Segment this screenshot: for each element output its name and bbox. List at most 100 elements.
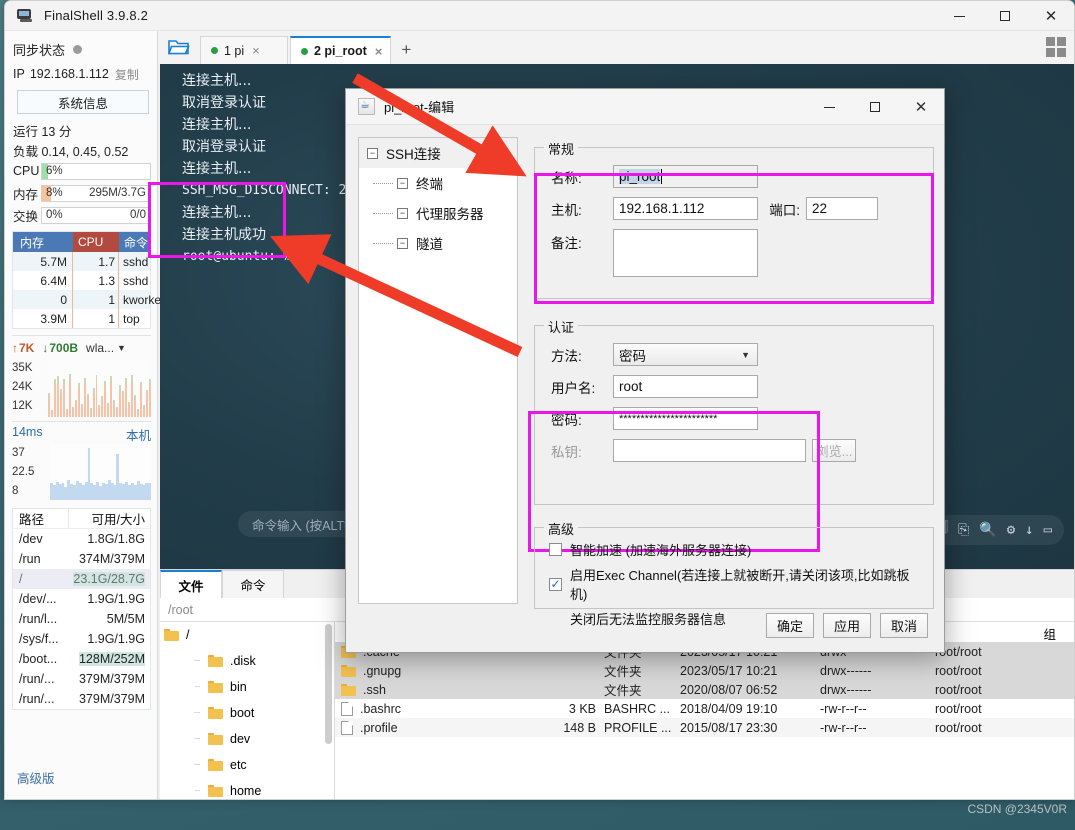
exec-channel-checkbox[interactable]: ✓ (549, 577, 562, 591)
tree-item[interactable]: ┈ etc (160, 752, 334, 778)
tree-toggle-icon[interactable]: − (397, 237, 408, 249)
maximize-button[interactable] (982, 1, 1028, 31)
chevron-down-icon[interactable]: ▼ (117, 343, 126, 353)
cancel-button[interactable]: 取消 (880, 613, 928, 638)
advanced-version-link[interactable]: 高级版 (17, 768, 55, 787)
col-header-cpu[interactable]: CPU (73, 232, 119, 252)
latency-host-label[interactable]: 本机 (126, 425, 151, 444)
process-row[interactable]: 6.4M 1.3 sshd (13, 271, 150, 290)
password-input[interactable]: *********************** (613, 407, 758, 430)
host-input[interactable]: 192.168.1.112 (613, 197, 758, 220)
tree-item[interactable]: ┈ home (160, 778, 334, 799)
ok-button[interactable]: 确定 (766, 613, 814, 638)
latency-graph-axis: 37 22.5 8 (12, 444, 48, 501)
disk-row[interactable]: /run/... 379M/379M (13, 669, 150, 689)
meter-percent: 6% (46, 165, 63, 177)
disk-row[interactable]: /run 374M/379M (13, 549, 150, 569)
tree-indent-icon: ┈ (193, 733, 201, 745)
net-bar (122, 391, 125, 417)
disk-row[interactable]: /sys/f... 1.9G/1.9G (13, 629, 150, 649)
tab-active-1[interactable]: 2 pi_root × (290, 36, 392, 64)
copy-ip-link[interactable]: 复制 (115, 66, 139, 83)
file-owner: root/root (935, 663, 982, 678)
tree-item[interactable]: ┈ boot (160, 700, 334, 726)
name-input[interactable]: pi_root (613, 165, 758, 188)
meter-detail: 0/0 (130, 209, 146, 221)
smart-accel-checkbox[interactable] (549, 543, 562, 556)
dialog-titlebar: pi_root-编辑 ✕ (346, 89, 944, 125)
file-row[interactable]: .gnupg 文件夹 2023/05/17 10:21 drwx------ root/… (335, 661, 1074, 680)
chevron-down-icon: ▼ (741, 349, 750, 360)
tree-item[interactable]: ┈ .disk (160, 648, 334, 674)
file-row[interactable]: .profile 148 B PROFILE ... 2015/08/17 23:30… (335, 718, 1074, 737)
column-header-group[interactable]: 组 (1043, 624, 1056, 643)
download-icon[interactable]: ↓ (1025, 522, 1033, 538)
minimize-button[interactable] (936, 1, 982, 31)
auth-method-select[interactable]: 密码 ▼ (613, 343, 758, 366)
dialog-maximize-button[interactable] (852, 89, 898, 125)
apply-button[interactable]: 应用 (823, 613, 871, 638)
search-icon[interactable]: 🔍 (979, 522, 996, 538)
tree-scrollbar[interactable] (325, 624, 332, 744)
net-bar (62, 379, 65, 417)
new-tab-button[interactable]: + (393, 36, 419, 64)
close-icon[interactable]: × (252, 43, 260, 58)
port-input[interactable]: 22 (806, 197, 878, 220)
file-row[interactable]: .ssh 文件夹 2020/08/07 06:52 drwx------ root/ro… (335, 680, 1074, 699)
tree-item[interactable]: ┈ dev (160, 726, 334, 752)
dialog-close-button[interactable]: ✕ (898, 89, 944, 125)
process-row[interactable]: 0 1 kworker (13, 290, 165, 309)
file-panel-tab[interactable]: 文件 (160, 570, 222, 598)
window-icon[interactable]: ▭ (1044, 522, 1052, 538)
privatekey-input[interactable] (613, 439, 806, 462)
disk-row[interactable]: / 23.1G/28.7G (13, 569, 150, 589)
tree-toggle-icon[interactable]: − (397, 207, 408, 219)
tree-item[interactable]: ┈ bin (160, 674, 334, 700)
col-header-memory[interactable]: 内存 (13, 232, 73, 252)
exec-channel-row[interactable]: ✓ 启用Exec Channel(若连接上就被断开,请关闭该项,比如跳板机) (549, 565, 925, 603)
browse-button[interactable]: 浏览... (812, 439, 856, 462)
process-row[interactable]: 3.9M 1 top (13, 309, 150, 328)
dialog-minimize-button[interactable] (806, 89, 852, 125)
tree-toggle-icon[interactable]: − (367, 147, 378, 159)
net-bar (143, 405, 145, 417)
paste-icon[interactable]: ⎘ (958, 522, 969, 538)
gear-icon[interactable]: ⚙ (1007, 522, 1015, 538)
auth-group: 认证 方法: 密码 ▼ 用户名: root 密码: **************… (534, 317, 934, 505)
dialog-tree-item[interactable]: − 隧道 (359, 228, 517, 258)
file-permissions: drwx------ (820, 663, 872, 678)
col-header-path[interactable]: 路径 (13, 509, 69, 528)
dialog-tree-item[interactable]: − SSH连接 (359, 138, 517, 168)
disk-row[interactable]: /run/... 379M/379M (13, 689, 150, 709)
note-textarea[interactable] (613, 229, 758, 277)
file-row[interactable]: .bashrc 3 KB BASHRC ... 2018/04/09 19:10 -rw… (335, 699, 1074, 718)
disk-row[interactable]: /dev/... 1.9G/1.9G (13, 589, 150, 609)
network-interface-name[interactable]: wla... (86, 341, 114, 355)
close-icon[interactable]: × (375, 44, 383, 59)
disk-row[interactable]: /dev 1.8G/1.8G (13, 529, 150, 549)
tree-item[interactable]: / (160, 622, 334, 648)
system-info-button[interactable]: 系统信息 (17, 90, 149, 114)
tree-item-label: boot (230, 706, 255, 720)
col-header-free-size[interactable]: 可用/大小 (69, 509, 150, 528)
net-bar (145, 390, 148, 417)
disk-row[interactable]: /run/l... 5M/5M (13, 609, 150, 629)
disk-row[interactable]: /boot... 128M/252M (13, 649, 150, 669)
process-row[interactable]: 5.7M 1.7 sshd (13, 252, 150, 271)
file-type: PROFILE ... (604, 720, 672, 735)
dialog-tree-item[interactable]: − 代理服务器 (359, 198, 517, 228)
tab-inactive-0[interactable]: 1 pi × (200, 36, 288, 64)
smart-accel-row[interactable]: 智能加速 (加速海外服务器连接) (549, 540, 925, 559)
net-bar (77, 383, 80, 417)
disk-size: 379M/379M (78, 692, 145, 706)
file-panel-tab[interactable]: 命令 (222, 570, 284, 598)
tree-toggle-icon[interactable]: − (397, 177, 408, 189)
open-folder-icon[interactable] (158, 31, 200, 64)
layout-grid-icon[interactable] (1046, 37, 1066, 57)
process-table-header: 内存 CPU 命令 (13, 232, 150, 252)
dialog-tree-item[interactable]: − 终端 (359, 168, 517, 198)
close-button[interactable]: ✕ (1028, 1, 1074, 31)
col-header-command[interactable]: 命令 (119, 232, 150, 252)
username-input[interactable]: root (613, 375, 758, 398)
process-table: 内存 CPU 命令 5.7M 1.7 sshd 6.4M 1.3 sshd 0 1 kworke… (12, 231, 165, 329)
